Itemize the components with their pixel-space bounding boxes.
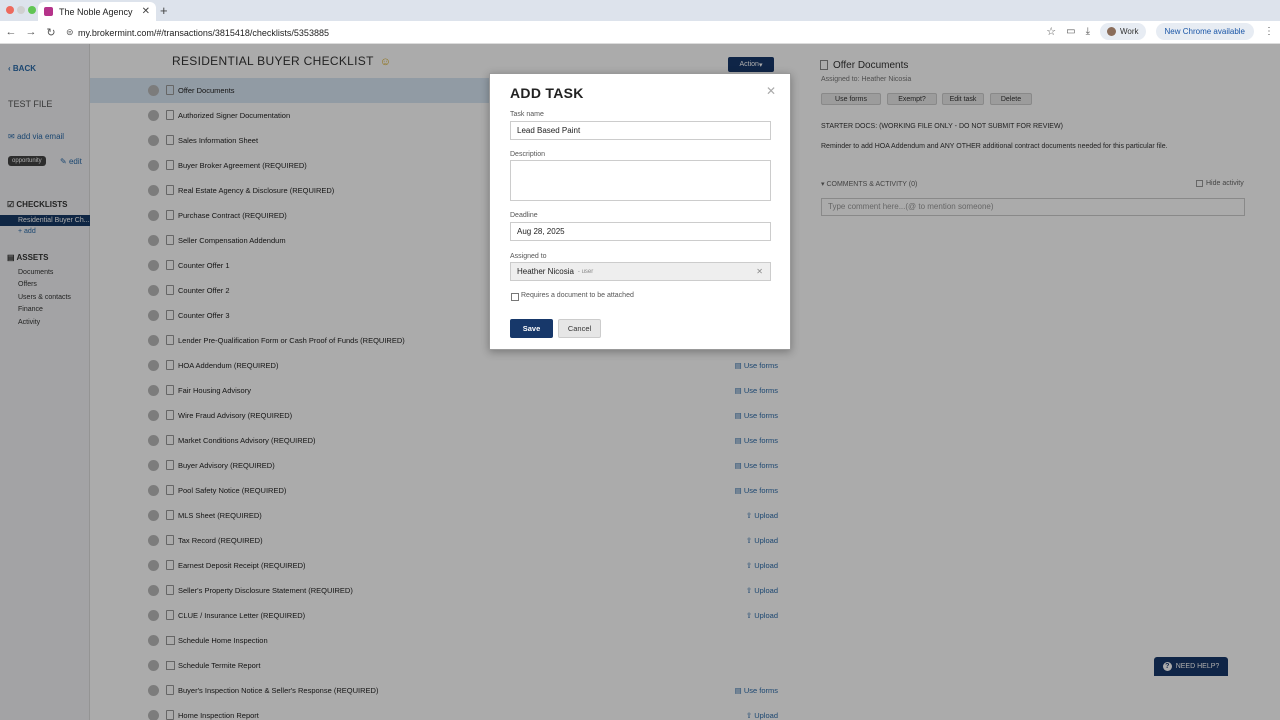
profile-label: Work [1119,27,1139,36]
maximize-window-button[interactable] [28,6,36,14]
url-text: my.brokermint.com/#/transactions/3815418… [78,27,329,38]
reload-icon[interactable]: ↻ [42,26,60,39]
menu-kebab-icon[interactable]: ⋮ [1264,26,1274,37]
site-favicon-icon [44,7,53,16]
add-task-modal: ADD TASK ✕ Task name Description Deadlin… [489,73,791,350]
save-button[interactable]: Save [510,319,553,338]
close-window-button[interactable] [6,6,14,14]
tab-close-icon[interactable]: ✕ [142,6,150,17]
profile-avatar-icon [1106,27,1116,36]
assignee-select[interactable]: Heather Nicosia - user ✕ [510,262,771,281]
task-name-input[interactable] [510,121,771,140]
profile-button[interactable]: Work [1099,23,1146,40]
bookmark-star-icon[interactable]: ☆ [1046,25,1056,38]
deadline-input[interactable] [510,222,771,241]
description-input[interactable] [510,160,771,201]
deadline-label: Deadline [510,212,538,219]
task-name-label: Task name [510,111,544,118]
browser-tab-bar: The Noble Agency ✕ + [0,0,1280,21]
address-bar[interactable]: ⊜ my.brokermint.com/#/transactions/38154… [62,24,1098,41]
tab-title: The Noble Agency [59,6,133,17]
back-arrow-icon[interactable]: ← [2,26,20,38]
download-icon[interactable]: ⤓ [1086,26,1090,37]
cast-icon[interactable]: ▭ [1066,26,1075,37]
cancel-button[interactable]: Cancel [558,319,601,338]
description-label: Description [510,151,546,158]
assignee-name: Heather Nicosia [517,267,574,276]
minimize-window-button[interactable] [17,6,25,14]
browser-tab[interactable]: The Noble Agency ✕ [38,2,156,21]
assigned-to-label: Assigned to [510,253,547,260]
clear-assignee-icon[interactable]: ✕ [756,267,763,276]
modal-title: ADD TASK [510,85,584,101]
requires-document-label[interactable]: Requires a document to be attached [521,292,634,299]
browser-toolbar: ← → ↻ ⊜ my.brokermint.com/#/transactions… [0,21,1280,44]
requires-document-checkbox[interactable] [511,293,519,301]
new-tab-icon[interactable]: + [160,3,168,18]
forward-arrow-icon[interactable]: → [22,26,40,38]
close-icon[interactable]: ✕ [766,84,776,98]
site-info-icon[interactable]: ⊜ [66,27,74,38]
update-chrome-button[interactable]: New Chrome available [1155,23,1254,40]
assignee-role: - user [577,268,594,275]
